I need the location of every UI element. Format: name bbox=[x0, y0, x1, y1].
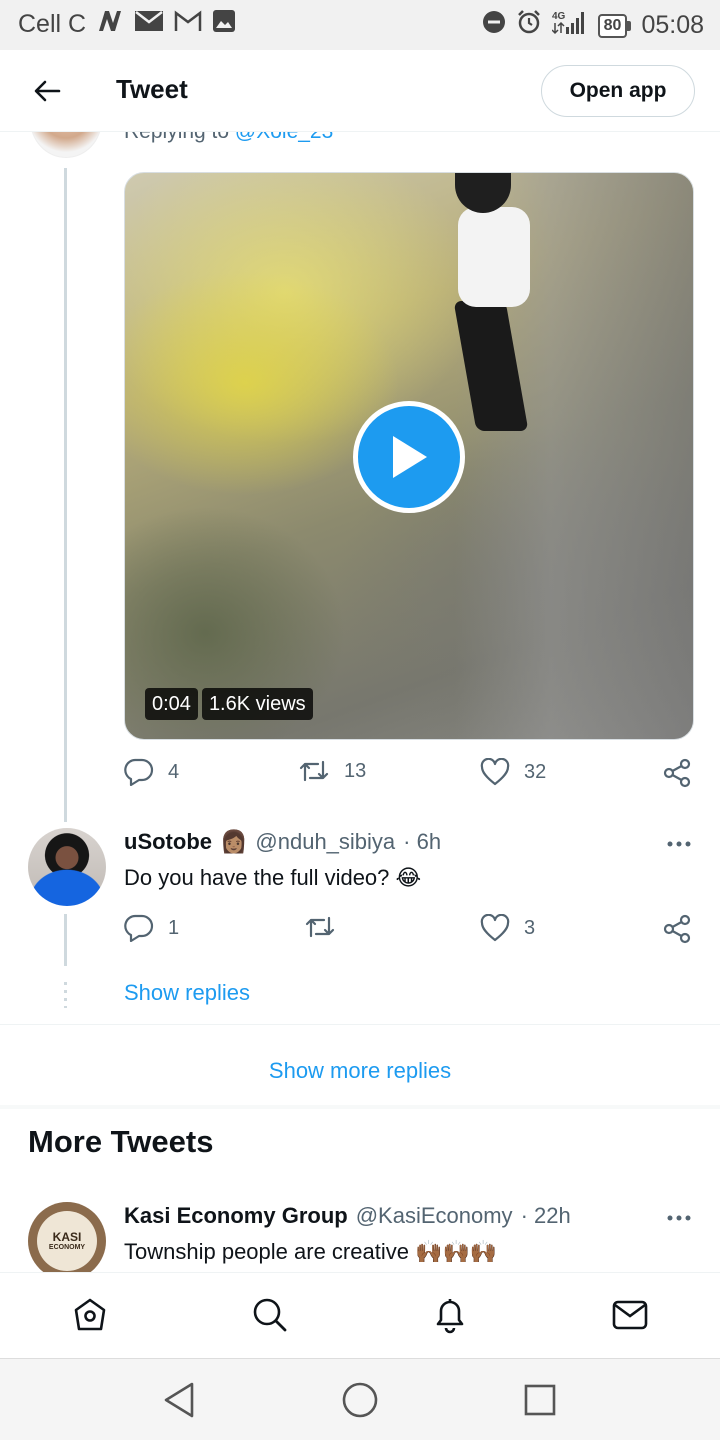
gmail-icon bbox=[174, 10, 202, 39]
home-icon bbox=[74, 1298, 106, 1331]
show-replies-link[interactable]: Show replies bbox=[124, 980, 250, 1006]
heart-icon bbox=[480, 914, 510, 942]
tweet-actions: 4 13 32 bbox=[124, 758, 696, 792]
tweet-time: · 6h bbox=[403, 829, 442, 854]
divider bbox=[0, 1024, 720, 1025]
bell-icon bbox=[436, 1299, 464, 1334]
system-recents-button[interactable] bbox=[519, 1379, 561, 1421]
svg-text:4G: 4G bbox=[552, 11, 566, 22]
play-button[interactable] bbox=[353, 401, 465, 513]
envelope-icon bbox=[612, 1300, 648, 1330]
retweet-count: 13 bbox=[344, 759, 367, 782]
search-icon bbox=[253, 1298, 287, 1332]
reply-button[interactable]: 4 bbox=[124, 758, 179, 786]
replying-prefix: Replying to bbox=[124, 132, 229, 143]
like-count: 32 bbox=[524, 760, 547, 783]
mail-icon bbox=[134, 9, 164, 40]
reply-icon bbox=[124, 758, 154, 786]
reply-button[interactable]: 1 bbox=[124, 914, 179, 942]
carrier-name: Cell C bbox=[18, 10, 87, 38]
user-handle[interactable]: @nduh_sibiya bbox=[255, 829, 395, 855]
circle-home-icon bbox=[342, 1382, 378, 1418]
retweet-icon bbox=[299, 760, 329, 782]
battery-level: 80 bbox=[597, 13, 628, 38]
app-header: Tweet Open app bbox=[0, 50, 720, 132]
more-options-button[interactable] bbox=[660, 832, 698, 856]
back-button[interactable] bbox=[28, 72, 66, 110]
nav-home[interactable] bbox=[70, 1295, 110, 1335]
show-more-replies-link[interactable]: Show more replies bbox=[0, 1036, 720, 1106]
like-button[interactable]: 3 bbox=[480, 914, 535, 942]
avatar[interactable] bbox=[30, 132, 102, 158]
bottom-nav bbox=[0, 1272, 720, 1358]
name-emoji: 👩🏽 bbox=[220, 829, 248, 854]
do-not-disturb-icon bbox=[482, 10, 506, 41]
share-icon bbox=[663, 914, 691, 944]
reply-count: 1 bbox=[168, 916, 180, 939]
tweet-actions: 1 3 bbox=[124, 914, 696, 948]
tweet-header: Kasi Economy Group @KasiEconomy · 22h bbox=[124, 1203, 571, 1229]
nav-messages[interactable] bbox=[610, 1295, 650, 1335]
share-icon bbox=[663, 758, 691, 788]
thread-line bbox=[64, 168, 67, 822]
video-info: 0:04 1.6K views bbox=[145, 688, 313, 720]
open-app-button[interactable]: Open app bbox=[541, 65, 695, 117]
tweet-time: · 22h bbox=[520, 1203, 571, 1228]
replying-to: Replying to @Xole_23 bbox=[124, 132, 333, 144]
more-icon bbox=[667, 841, 691, 847]
retweet-icon bbox=[305, 916, 335, 938]
triangle-back-icon bbox=[164, 1382, 194, 1418]
avatar[interactable]: KASI ECONOMY bbox=[28, 1202, 106, 1272]
status-bar: Cell C 4G 80 05:08 bbox=[0, 0, 720, 50]
tweet-text: Do you have the full video? 😂 bbox=[124, 865, 422, 890]
display-name[interactable]: uSotobe bbox=[124, 829, 212, 855]
show-more-replies-label: Show more replies bbox=[268, 1058, 452, 1083]
display-name[interactable]: Kasi Economy Group bbox=[124, 1203, 348, 1229]
share-button[interactable] bbox=[662, 758, 692, 788]
share-button[interactable] bbox=[662, 914, 692, 944]
tweet-thread: Replying to @Xole_23 0:04 1.6K views 4 1… bbox=[0, 132, 720, 1272]
video-player[interactable]: 0:04 1.6K views bbox=[124, 172, 694, 740]
avatar-logo-subtext: ECONOMY bbox=[48, 1243, 86, 1251]
video-duration: 0:04 bbox=[145, 688, 198, 720]
tweet-header: uSotobe 👩🏽 @nduh_sibiya · 6h bbox=[124, 829, 441, 855]
video-views: 1.6K views bbox=[201, 688, 313, 720]
signal-icon: 4G bbox=[551, 9, 588, 42]
retweet-button[interactable]: 13 bbox=[298, 758, 366, 784]
replying-handle-link[interactable]: @Xole_23 bbox=[235, 132, 333, 143]
thread-line bbox=[64, 914, 67, 966]
clock: 05:08 bbox=[641, 11, 704, 39]
alarm-icon bbox=[516, 9, 542, 42]
system-nav-bar bbox=[0, 1358, 720, 1440]
avatar-logo: KASI ECONOMY bbox=[37, 1211, 97, 1271]
page-title: Tweet bbox=[116, 74, 188, 104]
heart-icon bbox=[480, 758, 510, 786]
more-icon bbox=[667, 1215, 691, 1221]
avatar-logo-text: KASI bbox=[52, 1229, 82, 1244]
section-divider bbox=[0, 1105, 720, 1109]
gallery-icon bbox=[212, 9, 236, 40]
section-title: More Tweets bbox=[28, 1124, 214, 1159]
like-button[interactable]: 32 bbox=[480, 758, 546, 786]
user-handle[interactable]: @KasiEconomy bbox=[356, 1203, 513, 1229]
avatar[interactable] bbox=[28, 828, 106, 906]
status-bar-right: 4G 80 05:08 bbox=[482, 9, 704, 42]
reply-icon bbox=[124, 914, 154, 942]
thread-dots bbox=[64, 982, 67, 1008]
arrow-left-icon bbox=[34, 80, 61, 102]
nav-search[interactable] bbox=[250, 1295, 290, 1335]
battery-icon: 80 bbox=[597, 13, 632, 38]
more-options-button[interactable] bbox=[660, 1206, 698, 1230]
system-back-button[interactable] bbox=[158, 1379, 200, 1421]
tweet-text: Township people are creative 🙌🏾🙌🏾🙌🏾 bbox=[124, 1239, 498, 1264]
reply-count: 4 bbox=[168, 760, 180, 783]
square-recents-icon bbox=[524, 1384, 556, 1416]
n-app-icon bbox=[96, 9, 124, 40]
like-count: 3 bbox=[524, 916, 536, 939]
status-bar-left: Cell C bbox=[18, 9, 236, 40]
system-home-button[interactable] bbox=[339, 1379, 381, 1421]
retweet-button[interactable] bbox=[304, 914, 350, 940]
play-icon bbox=[393, 436, 427, 478]
nav-notifications[interactable] bbox=[430, 1295, 470, 1335]
